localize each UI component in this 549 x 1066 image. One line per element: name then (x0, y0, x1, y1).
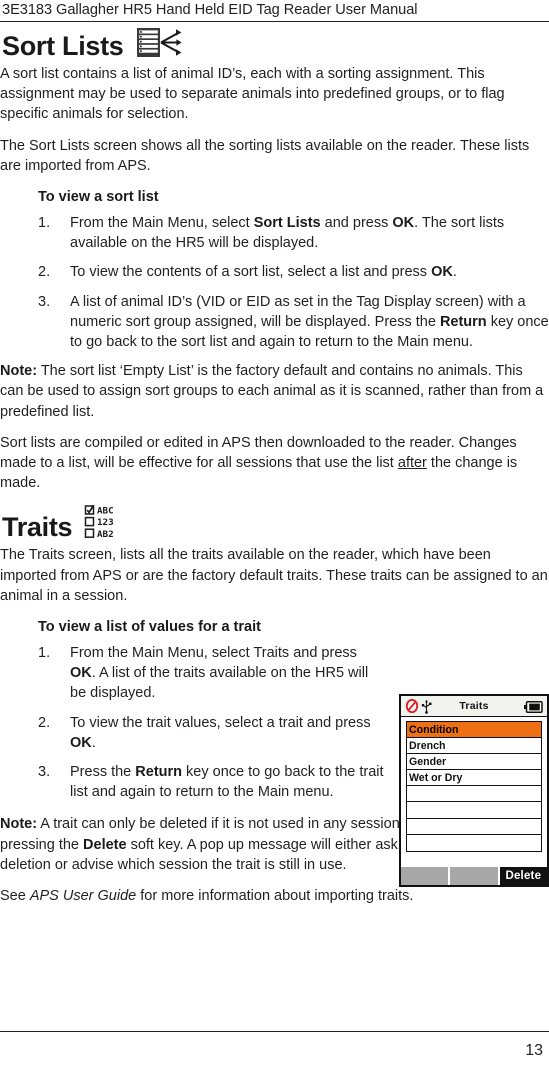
traits-title: Traits (2, 512, 73, 543)
traits-checklist-icon: ABC 123 AB2 (84, 504, 128, 540)
sort-lists-intro-2: The Sort Lists screen shows all the sort… (0, 137, 530, 174)
sort-lists-intro-1: A sort list contains a list of animal ID… (0, 66, 505, 123)
closing-underlined: after (397, 455, 427, 472)
device-status-bar: Traits (401, 696, 547, 717)
sort-list-icon (136, 26, 182, 60)
header-divider (0, 21, 549, 22)
manual-page: 3E3183 Gallagher HR5 Hand Held EID Tag R… (0, 0, 549, 1066)
step-number: 2. (38, 714, 51, 731)
list-item[interactable] (407, 835, 541, 851)
softkey-delete[interactable]: Delete (499, 867, 547, 885)
sort-lists-procedure-heading: To view a sort list (38, 189, 159, 206)
see-pre: See (0, 888, 30, 905)
softkey-middle[interactable] (450, 867, 500, 885)
section-heading-traits: Traits ABC 123 AB2 (2, 504, 549, 543)
traits-see-also: See APS User Guide for more information … (0, 886, 549, 906)
list-item[interactable] (407, 786, 541, 803)
svg-text:ABC: ABC (97, 506, 114, 517)
list-item[interactable] (407, 802, 541, 819)
svg-text:123: 123 (97, 518, 114, 529)
traits-intro-1: The Traits screen, lists all the traits … (0, 547, 548, 604)
see-post: for more information about importing tra… (136, 888, 414, 905)
list-item[interactable]: Gender (407, 754, 541, 771)
step-number: 3. (38, 293, 51, 310)
sort-lists-steps: 1. From the Main Menu, select Sort Lists… (0, 213, 549, 352)
note-text: The sort list ‘Empty List’ is the factor… (0, 363, 544, 420)
step-number: 1. (38, 215, 51, 232)
step-number: 3. (38, 764, 51, 781)
section-heading-sort-lists: Sort Lists (2, 26, 549, 62)
see-guide-title: APS User Guide (29, 888, 137, 905)
device-softkey-bar: Delete (401, 867, 547, 885)
sort-lists-closing: Sort lists are compiled or edited in APS… (0, 433, 549, 494)
note-label: Note: (0, 816, 38, 833)
list-item[interactable] (407, 819, 541, 835)
step-number: 2. (38, 264, 51, 281)
device-screenshot: Traits Condition Drench Gender Wet or Dr… (399, 694, 549, 887)
step-text: To view the trait values, select a trait… (70, 714, 371, 751)
sort-lists-note: Note: The sort list ‘Empty List’ is the … (0, 361, 549, 422)
page-number: 13 (525, 1042, 543, 1059)
traits-procedure-heading: To view a list of values for a trait (38, 619, 261, 636)
device-trait-list: Condition Drench Gender Wet or Dry (401, 717, 547, 852)
list-item[interactable]: Wet or Dry (407, 770, 541, 787)
list-item[interactable]: Drench (407, 738, 541, 755)
list-item: 2. To view the contents of a sort list, … (0, 262, 549, 282)
step-number: 1. (38, 645, 51, 662)
step-text: To view the contents of a sort list, sel… (70, 264, 457, 281)
running-head: 3E3183 Gallagher HR5 Hand Held EID Tag R… (2, 2, 418, 18)
step-text: Press the Return key once to go back to … (70, 764, 384, 801)
device-screen-title: Traits (459, 700, 489, 712)
softkey-left[interactable] (401, 867, 451, 885)
note-label: Note: (0, 363, 38, 380)
device-list-frame: Condition Drench Gender Wet or Dry (406, 721, 542, 852)
step-text: From the Main Menu, select Traits and pr… (70, 645, 369, 702)
page-header: 3E3183 Gallagher HR5 Hand Held EID Tag R… (0, 0, 549, 22)
footer-divider (0, 1031, 549, 1032)
sort-lists-title: Sort Lists (2, 31, 124, 61)
list-item[interactable]: Condition (407, 722, 541, 739)
step-text: A list of animal ID’s (VID or EID as set… (70, 293, 549, 351)
svg-text:AB2: AB2 (97, 529, 114, 540)
step-text: From the Main Menu, select Sort Lists an… (70, 215, 505, 252)
list-item: 3. A list of animal ID’s (VID or EID as … (0, 292, 549, 353)
list-item: 1. From the Main Menu, select Sort Lists… (0, 213, 549, 253)
